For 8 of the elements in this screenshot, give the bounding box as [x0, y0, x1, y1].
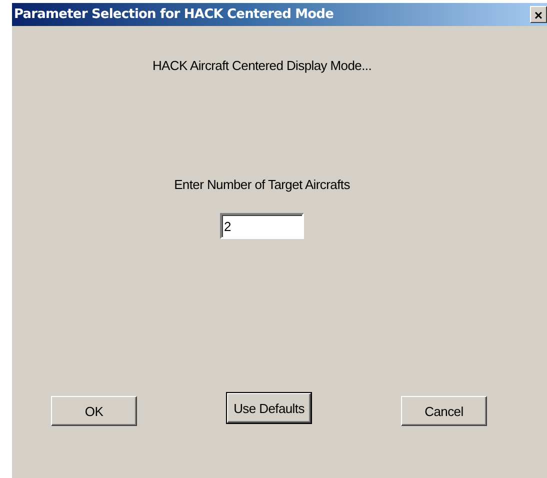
input-field[interactable]: 2 [220, 213, 304, 239]
dialog-button[interactable]: Cancel [401, 396, 487, 426]
heading-text: HACK Aircraft Centered Display Mode... [152, 58, 372, 73]
field-label: Enter Number of Target Aircrafts [174, 177, 350, 192]
window-title: Parameter Selection for HACK Centered Mode [13, 7, 334, 22]
dialog-button[interactable]: OK [51, 396, 137, 426]
close-button[interactable]: × [530, 6, 547, 23]
dialog-button[interactable]: Use Defaults [227, 393, 311, 423]
